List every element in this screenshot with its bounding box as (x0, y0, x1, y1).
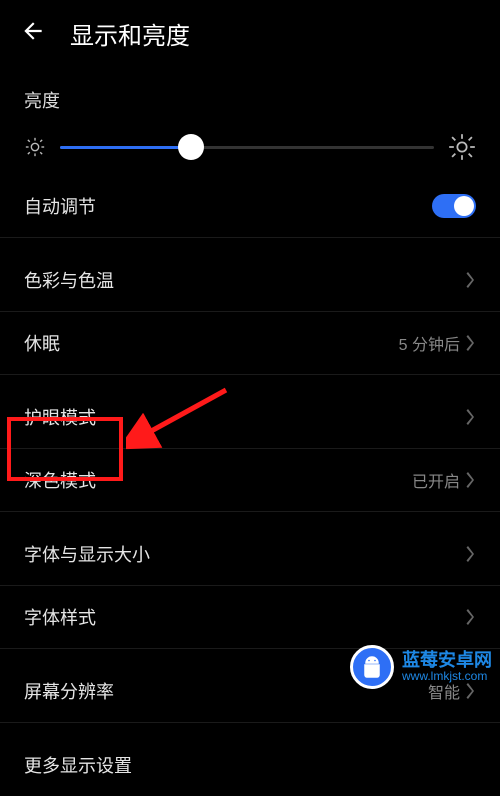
item-label: 字体样式 (24, 604, 96, 630)
font-style-row[interactable]: 字体样式 (0, 586, 500, 648)
chevron-right-icon (466, 472, 476, 488)
back-icon[interactable] (20, 18, 46, 49)
sleep-row[interactable]: 休眠 5 分钟后 (0, 312, 500, 374)
more-display-settings-row[interactable]: 更多显示设置 (0, 734, 500, 796)
item-label: 屏幕分辨率 (24, 678, 114, 704)
item-value: 5 分钟后 (399, 331, 460, 355)
color-temperature-row[interactable]: 色彩与色温 (0, 249, 500, 312)
sun-dim-icon (24, 136, 46, 158)
dark-mode-row[interactable]: 深色模式 已开启 (0, 449, 500, 511)
watermark-title: 蓝莓安卓网 (402, 651, 492, 671)
item-value: 已开启 (412, 468, 460, 492)
brightness-slider[interactable] (60, 135, 434, 159)
page-title: 显示和亮度 (70, 16, 190, 51)
eye-comfort-row[interactable]: 护眼模式 (0, 386, 500, 449)
item-label: 字体与显示大小 (24, 541, 150, 567)
chevron-right-icon (466, 335, 476, 351)
chevron-right-icon (466, 609, 476, 625)
watermark-url: www.lmkjst.com (402, 670, 492, 683)
item-label: 色彩与色温 (24, 267, 114, 293)
watermark-logo-icon (350, 645, 394, 689)
watermark: 蓝莓安卓网 www.lmkjst.com (350, 645, 492, 689)
font-display-size-row[interactable]: 字体与显示大小 (0, 523, 500, 586)
chevron-right-icon (466, 546, 476, 562)
item-label: 更多显示设置 (24, 752, 132, 778)
auto-brightness-label: 自动调节 (24, 193, 96, 219)
sun-bright-icon (448, 133, 476, 161)
item-label: 护眼模式 (24, 404, 96, 430)
item-label: 深色模式 (24, 467, 96, 493)
brightness-label: 亮度 (0, 69, 500, 119)
auto-brightness-toggle[interactable] (432, 194, 476, 218)
chevron-right-icon (466, 409, 476, 425)
chevron-right-icon (466, 272, 476, 288)
header: 显示和亮度 (0, 0, 500, 69)
auto-brightness-row: 自动调节 (0, 175, 500, 237)
item-label: 休眠 (24, 330, 60, 356)
brightness-slider-row (0, 119, 500, 175)
